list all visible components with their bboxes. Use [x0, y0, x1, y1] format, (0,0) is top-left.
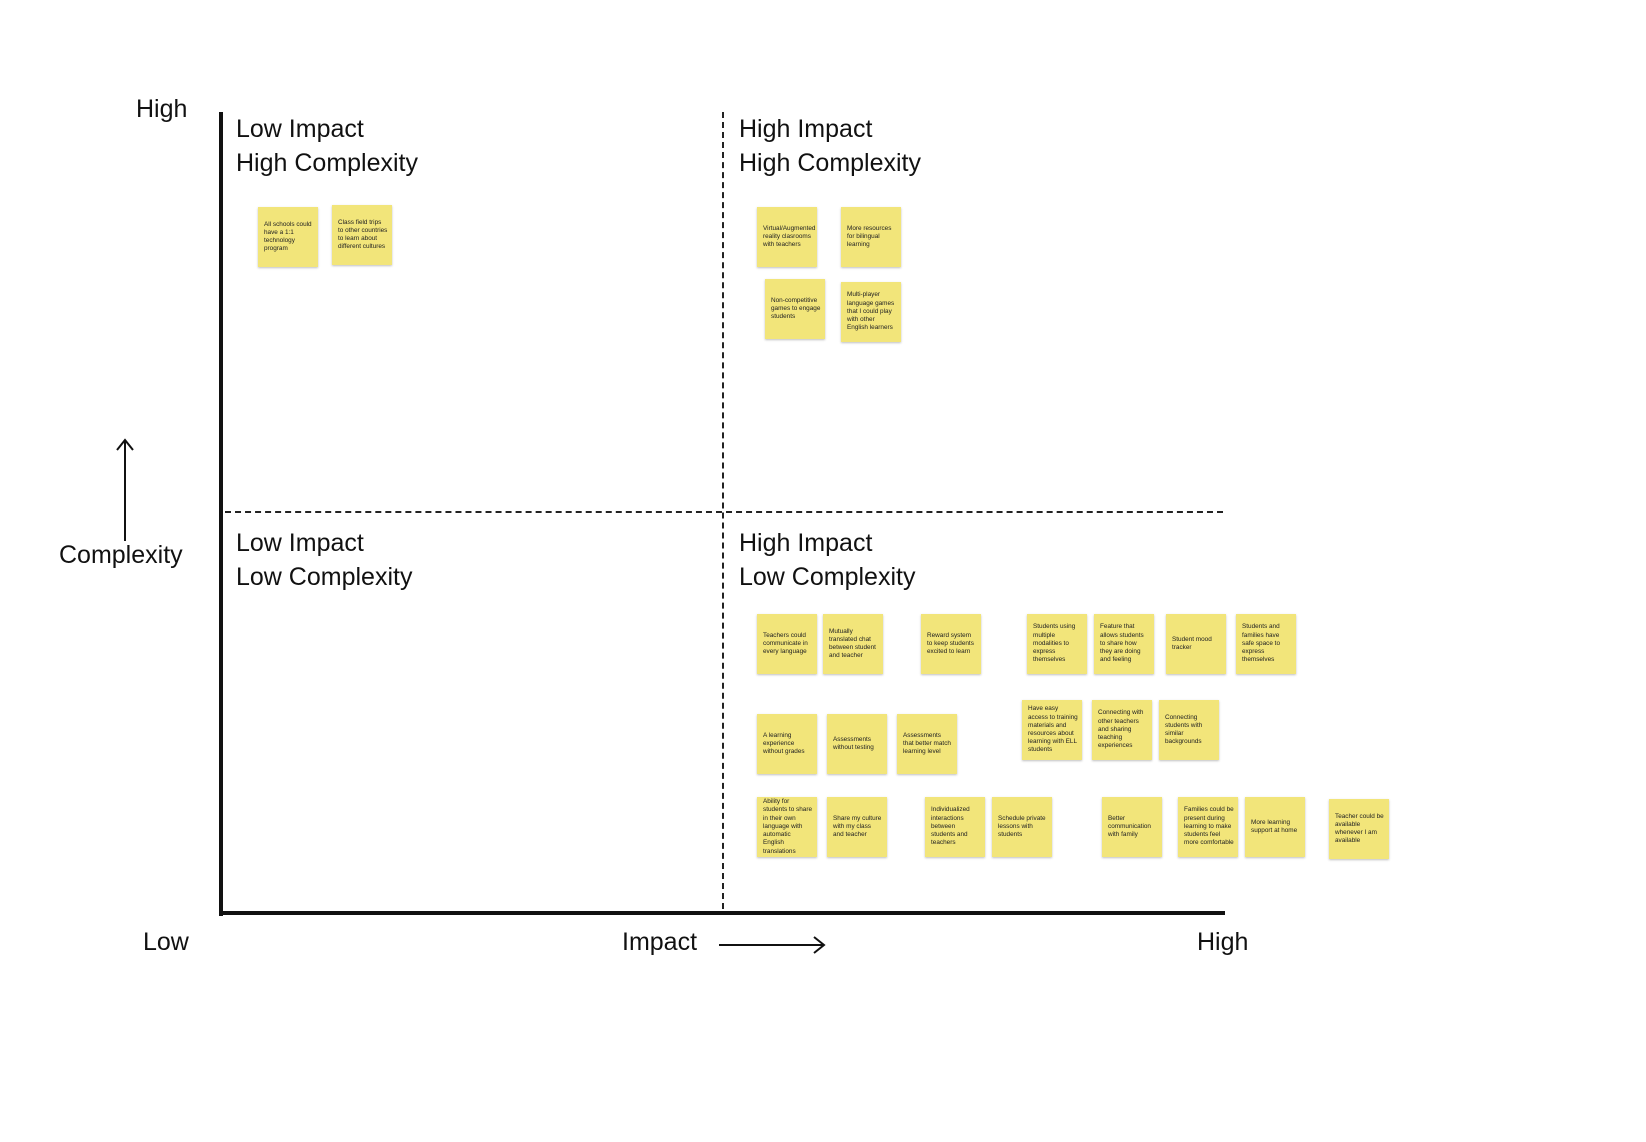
arrow-right-icon: [719, 936, 826, 954]
sticky-note[interactable]: Non-competitive games to engage students: [765, 279, 825, 339]
sticky-note[interactable]: Teacher could be available whenever I am…: [1329, 799, 1389, 859]
sticky-note[interactable]: Assessments that better match learning l…: [897, 714, 957, 774]
sticky-note[interactable]: Connecting students with similar backgro…: [1159, 700, 1219, 760]
x-axis-line: [219, 911, 1225, 915]
quadrant-title-high-impact-low-complexity: High Impact Low Complexity: [739, 529, 916, 591]
sticky-note[interactable]: Reward system to keep students excited t…: [921, 614, 981, 674]
sticky-note[interactable]: Share my culture with my class and teach…: [827, 797, 887, 857]
sticky-note[interactable]: Class field trips to other countries to …: [332, 205, 392, 265]
sticky-note[interactable]: Feature that allows students to share ho…: [1094, 614, 1154, 674]
sticky-note[interactable]: Better communication with family: [1102, 797, 1162, 857]
x-axis-title: Impact: [622, 928, 698, 956]
sticky-note[interactable]: More resources for bilingual learning: [841, 207, 901, 267]
sticky-note[interactable]: Multi-player language games that I could…: [841, 282, 901, 342]
sticky-note[interactable]: Ability for students to share in their o…: [757, 797, 817, 857]
y-axis-line: [219, 112, 223, 916]
x-axis-high-label: High: [1197, 928, 1249, 956]
sticky-note[interactable]: Mutually translated chat between student…: [823, 614, 883, 674]
sticky-note[interactable]: Teachers could communicate in every lang…: [757, 614, 817, 674]
sticky-note[interactable]: All schools could have a 1:1 technology …: [258, 207, 318, 267]
y-axis-high-label: High: [136, 95, 188, 123]
quadrant-title-low-impact-low-complexity: Low Impact Low Complexity: [236, 529, 413, 591]
sticky-note[interactable]: Students using multiple modalities to ex…: [1027, 614, 1087, 674]
sticky-note[interactable]: Have easy access to training materials a…: [1022, 700, 1082, 760]
sticky-note[interactable]: Student mood tracker: [1166, 614, 1226, 674]
x-axis-low-label: Low: [143, 928, 189, 956]
sticky-note[interactable]: More learning support at home: [1245, 797, 1305, 857]
sticky-note[interactable]: Students and families have safe space to…: [1236, 614, 1296, 674]
sticky-note[interactable]: Connecting with other teachers and shari…: [1092, 700, 1152, 760]
sticky-note[interactable]: Families could be present during learnin…: [1178, 797, 1238, 857]
quadrant-title-high-impact-high-complexity: High Impact High Complexity: [739, 115, 922, 177]
y-axis-title: Complexity: [59, 541, 183, 569]
sticky-note[interactable]: Virtual/Augmented reality clasrooms with…: [757, 207, 817, 267]
sticky-note[interactable]: Individualized interactions between stud…: [925, 797, 985, 857]
sticky-note[interactable]: Assessments without testing: [827, 714, 887, 774]
sticky-note[interactable]: Schedule private lessons with students: [992, 797, 1052, 857]
sticky-note[interactable]: A learning experience without grades: [757, 714, 817, 774]
impact-complexity-matrix: High Complexity Low Impact High Low Impa…: [0, 0, 1646, 1142]
horizontal-dashed-divider: [225, 511, 1223, 513]
arrow-up-icon: [116, 438, 134, 541]
quadrant-title-low-impact-high-complexity: Low Impact High Complexity: [236, 115, 419, 177]
